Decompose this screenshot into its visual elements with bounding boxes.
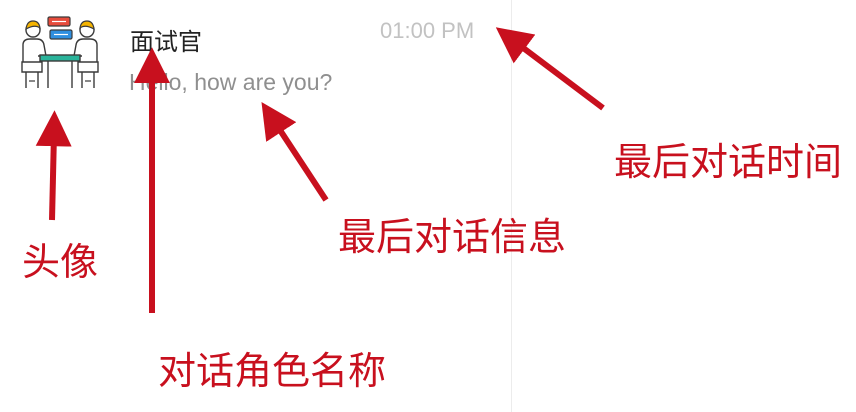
annotation-last-time: 最后对话时间 bbox=[614, 140, 843, 184]
annotated-screenshot: 面试官 Hello, how are you? 01:00 PM 头像 对话角色… bbox=[0, 0, 856, 412]
annotation-role-name: 对话角色名称 bbox=[158, 349, 387, 393]
interview-meeting-icon bbox=[20, 12, 100, 92]
conversation-list-item[interactable]: 面试官 Hello, how are you? 01:00 PM bbox=[0, 0, 511, 110]
contact-name: 面试官 bbox=[130, 28, 202, 56]
avatar-arrow bbox=[35, 110, 72, 221]
panel-divider bbox=[511, 0, 512, 412]
last-message-preview: Hello, how are you? bbox=[129, 69, 333, 95]
time-arrow bbox=[495, 27, 605, 111]
last-message-time: 01:00 PM bbox=[380, 18, 475, 43]
message-arrow bbox=[261, 101, 329, 202]
annotation-last-message: 最后对话信息 bbox=[338, 215, 567, 259]
annotation-avatar: 头像 bbox=[22, 240, 99, 284]
